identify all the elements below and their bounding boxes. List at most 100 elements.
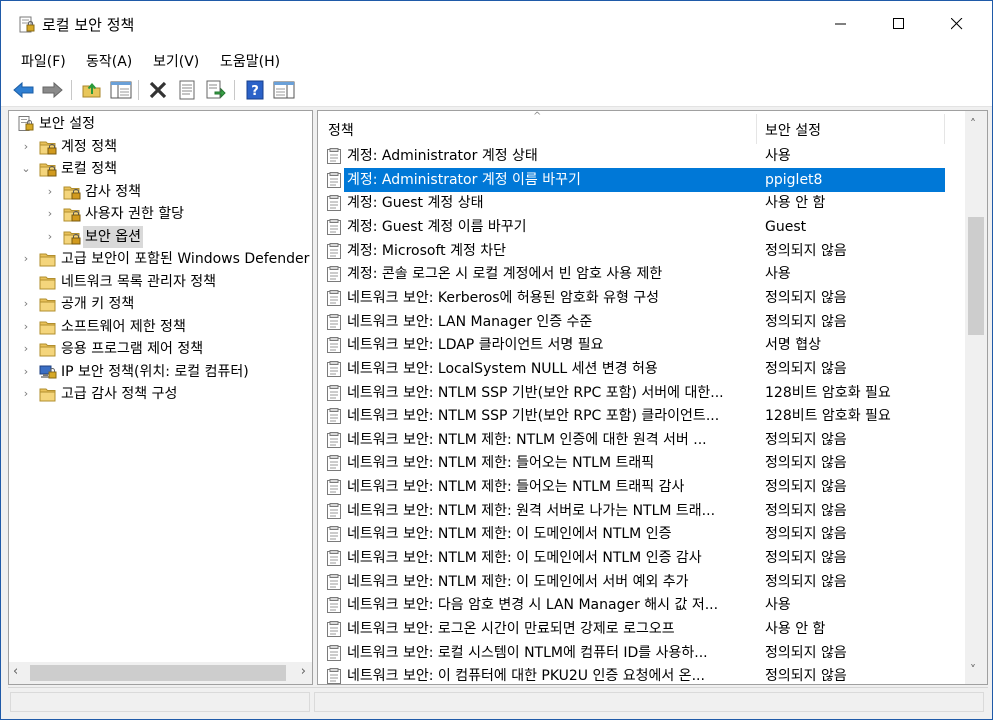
scroll-thumb[interactable]	[30, 665, 286, 681]
policy-row[interactable]: 네트워크 보안: 로컬 시스템이 NTLM에 컴퓨터 ID를 사용하... 정의되…	[318, 641, 965, 665]
policy-row[interactable]: 네트워크 보안: NTLM 제한: 이 도메인에서 서버 예외 추가 정의되지 않…	[318, 570, 965, 594]
policy-setting-value: 정의되지 않음	[765, 526, 847, 543]
maximize-button[interactable]	[870, 1, 928, 47]
close-icon	[951, 18, 963, 30]
policy-row[interactable]: 네트워크 보안: LAN Manager 인증 수준 정의되지 않음	[318, 310, 965, 334]
policy-setting-value: 정의되지 않음	[765, 242, 847, 259]
tree-item[interactable]: › 고급 보안이 포함된 Windows Defender 방화벽	[9, 248, 312, 270]
policy-name: 네트워크 보안: NTLM 제한: 이 도메인에서 서버 예외 추가	[347, 573, 689, 590]
policy-row[interactable]: 네트워크 보안: 이 컴퓨터에 대한 PKU2U 인증 요청에서 온... 정의되…	[318, 664, 965, 684]
policy-row[interactable]: 계정: Microsoft 계정 차단 정의되지 않음	[318, 239, 965, 263]
policy-icon	[327, 526, 341, 543]
policy-name: 계정: Guest 계정 이름 바꾸기	[347, 218, 527, 235]
tree-item[interactable]: › 공개 키 정책	[9, 293, 312, 315]
policy-row[interactable]: 네트워크 보안: LocalSystem NULL 세션 변경 허용 정의되지 않…	[318, 357, 965, 381]
close-button[interactable]	[928, 1, 986, 47]
tree-expander-icon[interactable]: ›	[43, 181, 57, 203]
tree-expander-icon[interactable]: ›	[43, 226, 57, 248]
status-cell	[10, 692, 310, 712]
menu-view[interactable]: 보기(V)	[149, 50, 203, 72]
maximize-icon	[893, 18, 904, 29]
help-button[interactable]: ?	[243, 78, 267, 102]
tree-item[interactable]: › 응용 프로그램 제어 정책	[9, 338, 312, 360]
policy-row[interactable]: 네트워크 보안: Kerberos에 허용된 암호화 유형 구성 정의되지 않음	[318, 286, 965, 310]
policy-row[interactable]: 계정: 콘솔 로그온 시 로컬 계정에서 빈 암호 사용 제한 사용	[318, 262, 965, 286]
policy-name: 네트워크 보안: NTLM 제한: 들어오는 NTLM 트래픽	[347, 455, 655, 472]
tree-item[interactable]: 네트워크 목록 관리자 정책	[9, 271, 312, 293]
menu-help[interactable]: 도움말(H)	[216, 50, 284, 72]
tree-item[interactable]: ⌄ 로컬 정책	[9, 158, 312, 180]
tree-expander-icon[interactable]: ›	[19, 136, 33, 158]
tree-item[interactable]: › 보안 옵션	[9, 225, 312, 248]
back-button[interactable]	[12, 78, 36, 102]
policy-icon	[327, 195, 341, 212]
policy-row[interactable]: 네트워크 보안: NTLM 제한: 들어오는 NTLM 트래픽 정의되지 않음	[318, 451, 965, 475]
column-divider[interactable]	[944, 114, 945, 144]
tree-expander-icon[interactable]: ›	[19, 361, 33, 383]
tree-item[interactable]: › 소프트웨어 제한 정책	[9, 316, 312, 338]
policy-icon	[327, 313, 341, 330]
column-divider[interactable]	[756, 114, 757, 144]
policy-row[interactable]: 네트워크 보안: NTLM 제한: 들어오는 NTLM 트래픽 감사 정의되지 않…	[318, 475, 965, 499]
tree-horizontal-scrollbar[interactable]: ‹ ›	[9, 662, 312, 684]
menu-action[interactable]: 동작(A)	[82, 50, 136, 72]
tree-expander-icon[interactable]: ›	[19, 293, 33, 315]
policy-row[interactable]: 계정: Guest 계정 상태 사용 안 함	[318, 191, 965, 215]
forward-button[interactable]	[40, 78, 64, 102]
tree-item[interactable]: › 고급 감사 정책 구성	[9, 383, 312, 405]
properties-button[interactable]	[175, 78, 199, 102]
policy-icon	[327, 218, 341, 235]
column-header-security-setting[interactable]: 보안 설정	[765, 120, 821, 140]
tree-expander-icon[interactable]: ›	[19, 316, 33, 338]
policy-row[interactable]: 계정: Administrator 계정 이름 바꾸기 ppiglet8	[318, 167, 965, 192]
policy-name: 네트워크 보안: NTLM 제한: 이 도메인에서 NTLM 인증 감사	[347, 550, 702, 567]
export-list-button[interactable]	[204, 78, 228, 102]
policy-row[interactable]: 네트워크 보안: NTLM 제한: 이 도메인에서 NTLM 인증 감사 정의되지…	[318, 546, 965, 570]
policy-row[interactable]: 계정: Guest 계정 이름 바꾸기 Guest	[318, 215, 965, 239]
policy-row[interactable]: 네트워크 보안: LDAP 클라이언트 서명 필요 서명 협상	[318, 333, 965, 357]
tree-item[interactable]: › 계정 정책	[9, 136, 312, 158]
tree-item[interactable]: › IP 보안 정책(위치: 로컬 컴퓨터)	[9, 361, 312, 383]
tree-item[interactable]: › 사용자 권한 할당	[9, 203, 312, 225]
policy-row[interactable]: 네트워크 보안: NTLM SSP 기반(보안 RPC 포함) 클라이언트...…	[318, 404, 965, 428]
column-header-policy[interactable]: 정책	[328, 120, 354, 140]
tree-expander-icon[interactable]: ›	[43, 203, 57, 225]
policy-row[interactable]: 네트워크 보안: NTLM 제한: 이 도메인에서 NTLM 인증 정의되지 않음	[318, 522, 965, 546]
list-vertical-scrollbar[interactable]: ˄ ˅	[965, 111, 987, 684]
menu-file[interactable]: 파일(F)	[17, 50, 70, 72]
policy-row[interactable]: 계정: Administrator 계정 상태 사용	[318, 144, 965, 168]
title-bar[interactable]: 로컬 보안 정책	[1, 1, 992, 47]
scroll-down-arrow[interactable]: ˅	[970, 663, 976, 677]
tree-pane[interactable]: 보안 설정 › 계정 정책 ⌄ 로컬 정책 › 감사 정책 › 사용자 권한 할당 › 보안 옵션 ›…	[8, 110, 313, 685]
tree-item[interactable]: › 감사 정책	[9, 181, 312, 203]
show-hide-tree-icon	[110, 81, 132, 99]
scroll-right-arrow[interactable]: ›	[301, 664, 306, 679]
policy-name: 계정: Microsoft 계정 차단	[347, 242, 507, 259]
folder-icon	[39, 276, 56, 289]
up-one-level-button[interactable]	[80, 78, 104, 102]
policy-row[interactable]: 네트워크 보안: 다음 암호 변경 시 LAN Manager 해시 값 저..…	[318, 593, 965, 617]
policy-row[interactable]: 네트워크 보안: NTLM 제한: 원격 서버로 나가는 NTLM 트래... 정…	[318, 499, 965, 523]
policy-row[interactable]: 네트워크 보안: 로그온 시간이 만료되면 강제로 로그오프 사용 안 함	[318, 617, 965, 641]
locked-folder-icon	[63, 208, 81, 222]
scroll-thumb[interactable]	[968, 217, 984, 335]
policy-setting-value: 정의되지 않음	[765, 431, 847, 448]
scroll-up-arrow[interactable]: ˄	[970, 117, 976, 131]
delete-button[interactable]	[146, 78, 170, 102]
tree-expander-icon[interactable]: ⌄	[19, 158, 33, 180]
policy-setting-value: 정의되지 않음	[765, 313, 847, 330]
policy-row[interactable]: 네트워크 보안: NTLM SSP 기반(보안 RPC 포함) 서버에 대한..…	[318, 381, 965, 405]
tree-expander-icon[interactable]: ›	[19, 383, 33, 405]
svg-text:?: ?	[251, 84, 259, 99]
show-hide-tree-button[interactable]	[109, 78, 133, 102]
tree-expander-icon[interactable]: ›	[19, 338, 33, 360]
policy-setting-value: 사용	[765, 597, 791, 614]
scroll-left-arrow[interactable]: ‹	[13, 664, 18, 679]
console-view-button[interactable]	[272, 78, 296, 102]
minimize-button[interactable]	[812, 1, 870, 47]
folder-icon	[39, 343, 56, 357]
tree-expander-icon[interactable]: ›	[19, 248, 33, 270]
tree-item[interactable]: 보안 설정	[9, 113, 312, 135]
policy-row[interactable]: 네트워크 보안: NTLM 제한: NTLM 인증에 대한 원격 서버 ... 정…	[318, 428, 965, 452]
policy-setting-value: 정의되지 않음	[765, 360, 847, 377]
